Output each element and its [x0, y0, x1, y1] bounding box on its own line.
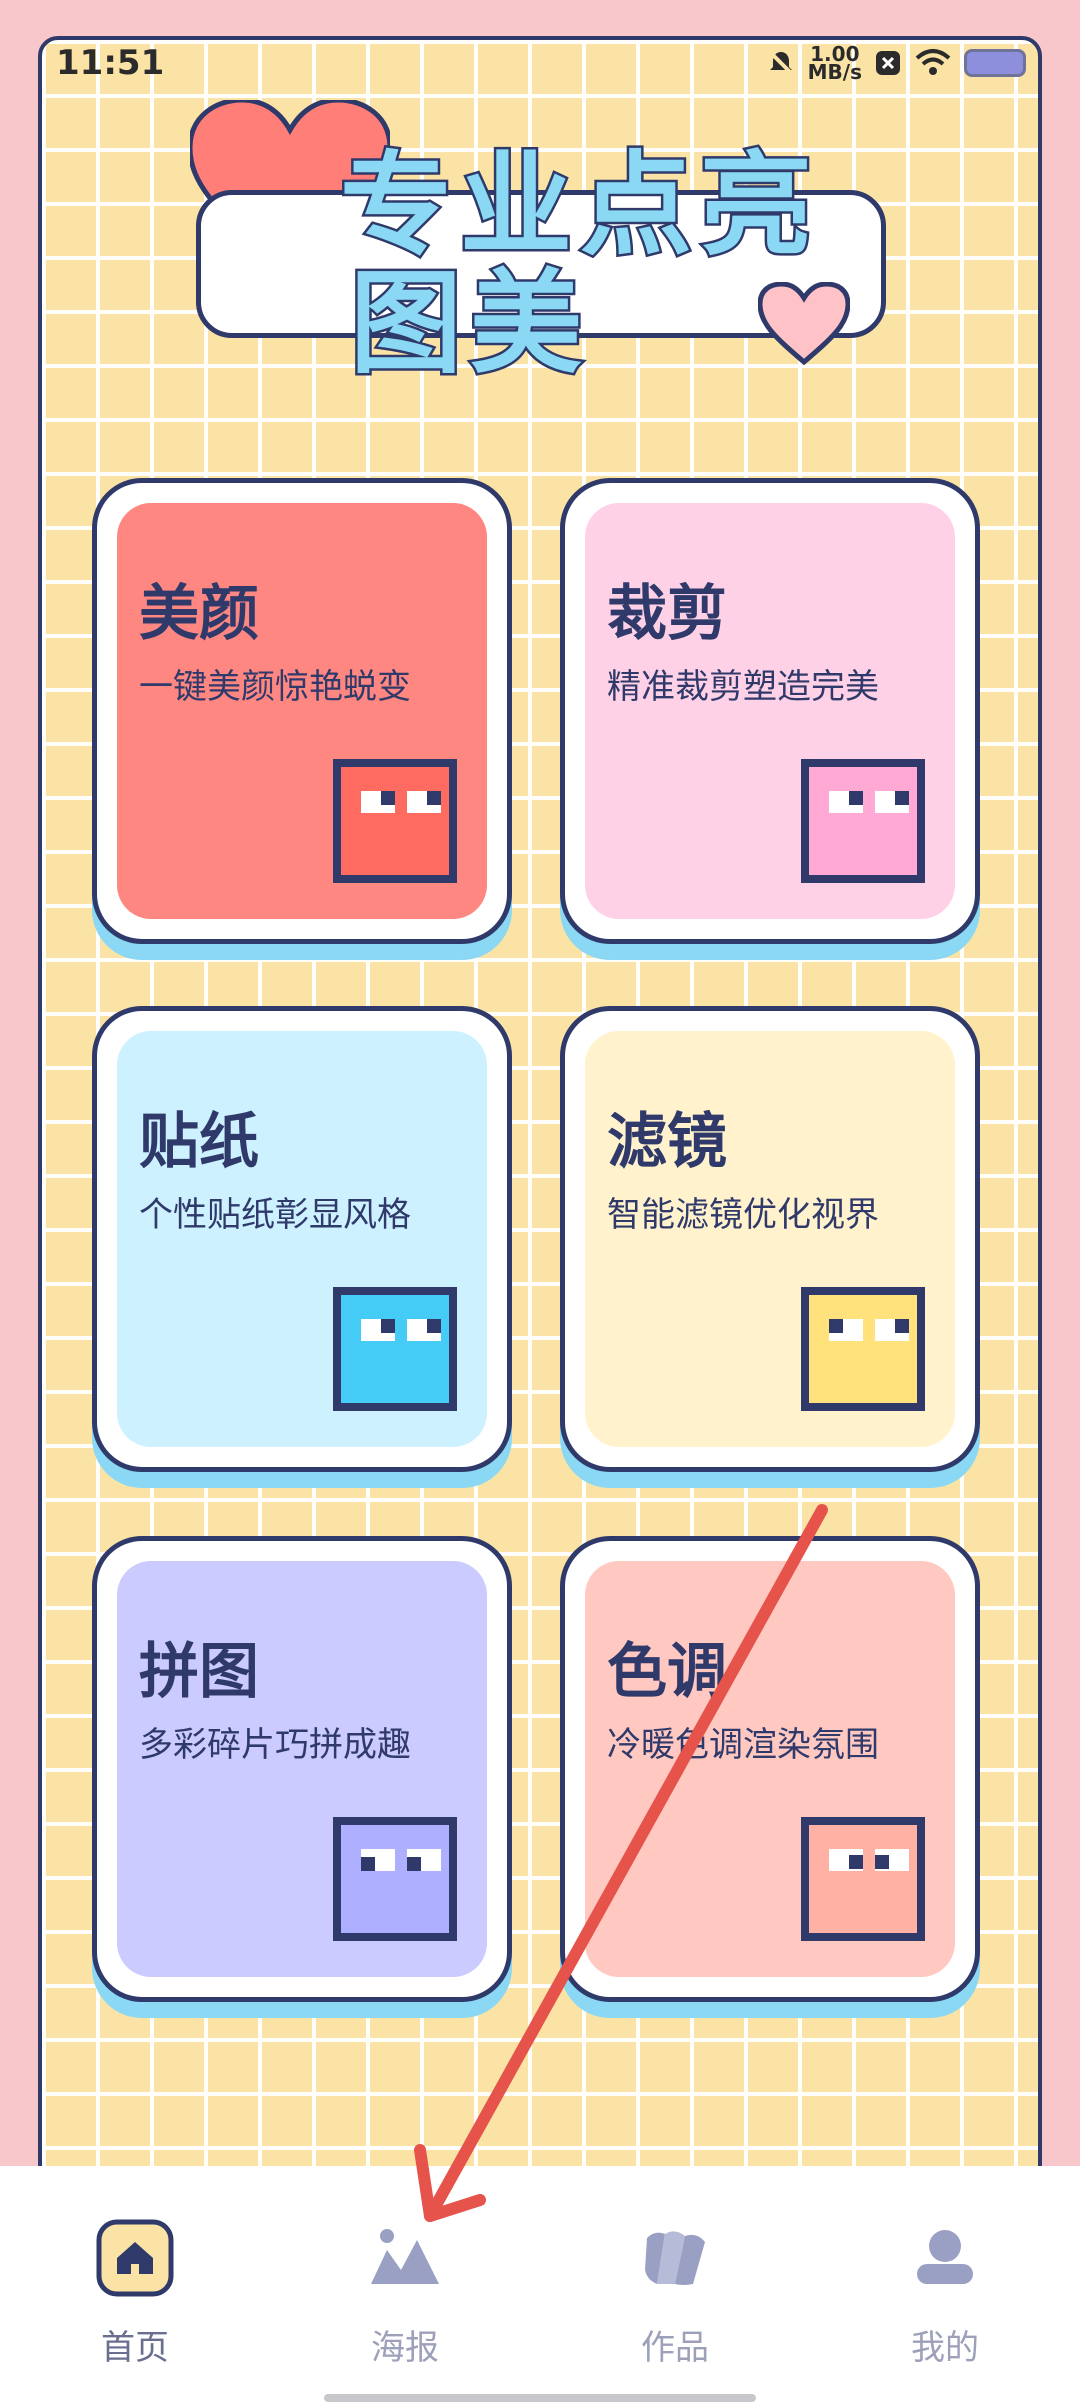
eye: [361, 791, 395, 813]
card-subtitle: 智能滤镜优化视界: [607, 1195, 879, 1235]
home-indicator[interactable]: [324, 2394, 756, 2402]
card-sticker[interactable]: 贴纸 个性贴纸彰显风格: [92, 1006, 512, 1472]
bell-muted-icon: [769, 51, 793, 75]
pupil: [849, 791, 863, 805]
pupil: [407, 1857, 421, 1871]
pixel-face-icon: [333, 1817, 457, 1941]
network-speed: 1.00 MB/s: [807, 44, 862, 84]
eye: [407, 791, 441, 813]
notification-x-icon: [876, 51, 900, 75]
pupil: [895, 1319, 909, 1333]
status-time: 11:51: [56, 43, 165, 83]
status-icons: 1.00 MB/s: [766, 44, 1026, 84]
tab-works[interactable]: 作品: [540, 2166, 810, 2368]
card-subtitle: 一键美颜惊艳蜕变: [139, 667, 411, 707]
card-crop[interactable]: 裁剪 精准裁剪塑造完美: [560, 478, 980, 944]
bottom-tab-bar: 首页 海报 作品 我的: [0, 2166, 1080, 2408]
pixel-face-icon: [333, 759, 457, 883]
card-subtitle: 冷暖色调渲染氛围: [607, 1725, 879, 1765]
card-beauty[interactable]: 美颜 一键美颜惊艳蜕变: [92, 478, 512, 944]
pupil: [427, 1319, 441, 1333]
pixel-face-icon: [801, 1287, 925, 1411]
home-icon: [96, 2219, 174, 2297]
pupil: [875, 1855, 889, 1869]
tab-home[interactable]: 首页: [0, 2166, 270, 2368]
tab-profile[interactable]: 我的: [810, 2166, 1080, 2368]
pixel-face-icon: [333, 1287, 457, 1411]
eye: [875, 1319, 909, 1341]
poster-mountain-icon: [371, 2229, 439, 2284]
card-title: 滤镜: [607, 1107, 727, 1177]
tab-label: 作品: [641, 2328, 709, 2368]
tab-label: 海报: [371, 2328, 439, 2368]
network-speed-unit: MB/s: [807, 60, 862, 84]
pupil: [381, 1319, 395, 1333]
pupil: [361, 1857, 375, 1871]
eye: [875, 791, 909, 813]
card-title: 拼图: [139, 1637, 259, 1707]
eye: [407, 1849, 441, 1871]
card-title: 贴纸: [139, 1107, 259, 1177]
tab-label: 我的: [911, 2328, 979, 2368]
card-subtitle: 精准裁剪塑造完美: [607, 667, 879, 707]
pixel-face-icon: [801, 759, 925, 883]
status-bar: 11:51 1.00 MB/s: [56, 42, 1026, 84]
wifi-icon: [915, 49, 951, 75]
card-subtitle: 个性贴纸彰显风格: [139, 1195, 411, 1235]
pupil: [895, 791, 909, 805]
pupil: [427, 791, 441, 805]
eye: [361, 1849, 395, 1871]
profile-icon: [917, 2230, 973, 2284]
pupil: [849, 1855, 863, 1869]
card-collage[interactable]: 拼图 多彩碎片巧拼成趣: [92, 1536, 512, 2002]
card-title: 美颜: [139, 579, 259, 649]
tab-label: 首页: [101, 2328, 169, 2368]
banner-title-line1: 专业点亮: [338, 141, 820, 271]
works-stack-icon: [645, 2231, 705, 2285]
pupil: [381, 791, 395, 805]
card-title: 色调: [607, 1637, 727, 1707]
eye: [407, 1319, 441, 1341]
eye: [829, 1319, 863, 1341]
pixel-face-icon: [801, 1817, 925, 1941]
card-title: 裁剪: [607, 579, 727, 649]
pupil: [829, 1319, 843, 1333]
card-tone[interactable]: 色调 冷暖色调渲染氛围: [560, 1536, 980, 2002]
eye: [829, 1849, 863, 1871]
card-subtitle: 多彩碎片巧拼成趣: [139, 1725, 411, 1765]
eye: [829, 791, 863, 813]
battery-icon: [964, 49, 1026, 77]
tab-poster[interactable]: 海报: [270, 2166, 540, 2368]
eye: [875, 1849, 909, 1871]
eye: [361, 1319, 395, 1341]
banner-title-line2: 图美: [348, 259, 590, 389]
card-filter[interactable]: 滤镜 智能滤镜优化视界: [560, 1006, 980, 1472]
